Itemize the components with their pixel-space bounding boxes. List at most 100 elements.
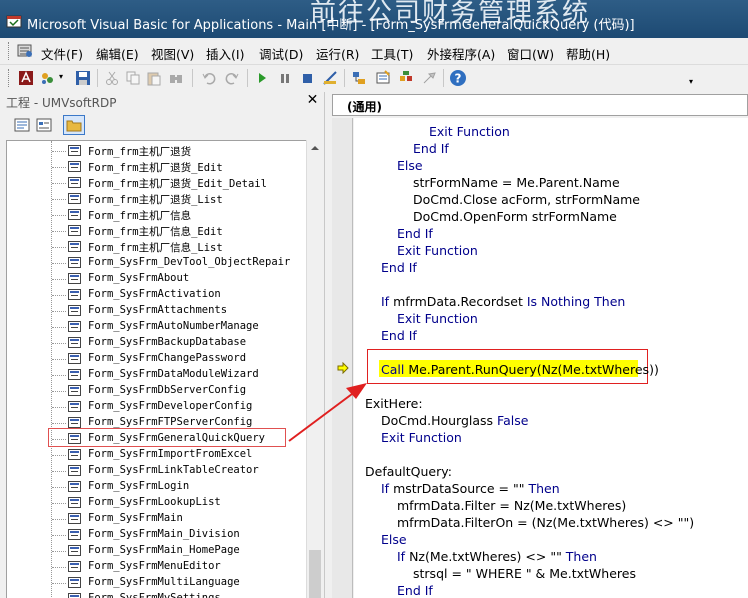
menu-run[interactable]: 运行(R)	[316, 44, 359, 63]
chevron-down-icon[interactable]: ▾	[59, 72, 63, 81]
code-line[interactable]: If Nz(Me.txtWheres) <> "" Then	[397, 549, 597, 564]
code-line[interactable]: DefaultQuery:	[365, 464, 452, 479]
tree-item[interactable]: Form_SysFrmImportFromExcel	[7, 447, 306, 463]
tree-item[interactable]: Form_SysFrmMySettings	[7, 591, 306, 598]
design-mode-icon[interactable]	[321, 69, 339, 87]
close-icon[interactable]: ✕	[305, 93, 320, 108]
find-icon[interactable]	[167, 69, 185, 87]
tree-item[interactable]: Form_SysFrmMain_HomePage	[7, 543, 306, 559]
code-line[interactable]: mfrmData.FilterOn = (Nz(Me.txtWheres) <>…	[397, 515, 694, 530]
tree-item[interactable]: Form_SysFrmLinkTableCreator	[7, 463, 306, 479]
pane-splitter[interactable]	[324, 92, 330, 598]
project-scrollbar[interactable]	[306, 140, 323, 598]
cut-icon[interactable]	[103, 69, 121, 87]
undo-icon[interactable]	[200, 69, 218, 87]
access-view-icon[interactable]	[16, 43, 34, 59]
tree-item[interactable]: Form_frm主机厂退货	[7, 143, 306, 159]
tree-item[interactable]: Form_frm主机厂信息_List	[7, 239, 306, 255]
object-browser-icon[interactable]	[397, 69, 415, 87]
code-line[interactable]: If mfrmData.Recordset Is Nothing Then	[381, 294, 625, 309]
tree-item[interactable]: Form_SysFrmBackupDatabase	[7, 335, 306, 351]
tree-item[interactable]: Form_SysFrmAttachments	[7, 303, 306, 319]
break-icon[interactable]	[276, 69, 294, 87]
code-line[interactable]: Else	[381, 532, 407, 547]
toolbar-options-icon[interactable]: ▾	[689, 77, 693, 86]
menu-addins[interactable]: 外接程序(A)	[427, 44, 495, 63]
tree-item[interactable]: Form_SysFrmLookupList	[7, 495, 306, 511]
toolbox-icon[interactable]	[420, 69, 438, 87]
code-line[interactable]: DoCmd.Hourglass False	[381, 413, 528, 428]
code-line[interactable]: End If	[381, 260, 417, 275]
window-title: Microsoft Visual Basic for Applications …	[27, 18, 635, 33]
menu-help[interactable]: 帮助(H)	[566, 44, 610, 63]
reset-icon[interactable]	[298, 69, 316, 87]
run-icon[interactable]	[253, 69, 271, 87]
menu-file[interactable]: 文件(F)	[41, 44, 83, 63]
tree-item[interactable]: Form_SysFrmMain_Division	[7, 527, 306, 543]
menu-window[interactable]: 窗口(W)	[507, 44, 554, 63]
save-icon[interactable]	[74, 69, 92, 87]
tree-item[interactable]: Form_SysFrmAutoNumberManage	[7, 319, 306, 335]
code-keyword: Nothing	[541, 294, 591, 309]
code-line[interactable]: DoCmd.OpenForm strFormName	[413, 209, 617, 224]
code-line[interactable]: Exit Function	[429, 124, 510, 139]
tree-item[interactable]: Form_SysFrmMenuEditor	[7, 559, 306, 575]
code-line[interactable]: Exit Function	[381, 430, 462, 445]
menu-insert[interactable]: 插入(I)	[206, 44, 244, 63]
access-view-icon[interactable]	[17, 69, 35, 87]
menu-view[interactable]: 视图(V)	[151, 44, 194, 63]
toggle-folders-icon[interactable]	[63, 115, 85, 135]
scroll-thumb[interactable]	[309, 550, 321, 598]
code-line[interactable]: mfrmData.Filter = Nz(Me.txtWheres)	[397, 498, 626, 513]
insert-module-icon[interactable]	[38, 69, 56, 87]
code-keyword: Exit Function	[397, 311, 478, 326]
code-line[interactable]: Else	[397, 158, 423, 173]
code-keyword: If	[381, 294, 390, 309]
copy-icon[interactable]	[124, 69, 142, 87]
tree-item[interactable]: Form_SysFrmDataModuleWizard	[7, 367, 306, 383]
tree-item[interactable]: Form_SysFrm_DevTool_ObjectRepair	[7, 255, 306, 271]
code-line[interactable]: Call Me.Parent.RunQuery(Nz(Me.txtWheres)…	[381, 362, 659, 377]
object-combo[interactable]: (通用)	[332, 94, 748, 116]
code-line[interactable]: ExitHere:	[365, 396, 423, 411]
code-margin-indicator-bar[interactable]	[332, 118, 353, 598]
code-line[interactable]: DoCmd.Close acForm, strFormName	[413, 192, 640, 207]
code-line[interactable]: strFormName = Me.Parent.Name	[413, 175, 620, 190]
properties-icon[interactable]	[374, 69, 392, 87]
view-object-icon[interactable]	[35, 116, 53, 134]
tree-item[interactable]: Form_SysFrmChangePassword	[7, 351, 306, 367]
help-icon[interactable]: ?	[449, 69, 467, 87]
toolbar-grip[interactable]	[8, 69, 11, 87]
tree-item[interactable]: Form_SysFrmAbout	[7, 271, 306, 287]
redo-icon[interactable]	[223, 69, 241, 87]
code-line[interactable]: Exit Function	[397, 243, 478, 258]
menu-edit[interactable]: 编辑(E)	[96, 44, 139, 63]
tree-item[interactable]: Form_frm主机厂退货_Edit_Detail	[7, 175, 306, 191]
tree-item[interactable]: Form_SysFrmLogin	[7, 479, 306, 495]
tree-item[interactable]: Form_SysFrmMain	[7, 511, 306, 527]
code-line[interactable]: strsql = " WHERE " & Me.txtWheres	[413, 566, 636, 581]
code-line[interactable]: End If	[413, 141, 449, 156]
tree-item[interactable]: Form_SysFrmDbServerConfig	[7, 383, 306, 399]
project-explorer-icon[interactable]	[350, 69, 368, 87]
paste-icon[interactable]	[145, 69, 163, 87]
tree-item[interactable]: Form_frm主机厂退货_Edit	[7, 159, 306, 175]
tree-item[interactable]: Form_frm主机厂信息	[7, 207, 306, 223]
tree-connector	[52, 359, 66, 360]
tree-item[interactable]: Form_SysFrmDeveloperConfig	[7, 399, 306, 415]
code-line[interactable]: Exit Function	[397, 311, 478, 326]
code-line[interactable]: If mstrDataSource = "" Then	[381, 481, 560, 496]
scroll-up-icon[interactable]	[311, 146, 319, 150]
code-line[interactable]: End If	[397, 226, 433, 241]
tree-item[interactable]: Form_frm主机厂退货_List	[7, 191, 306, 207]
tree-item[interactable]: Form_SysFrmMultiLanguage	[7, 575, 306, 591]
code-line[interactable]: End If	[381, 328, 417, 343]
tree-item[interactable]: Form_SysFrmActivation	[7, 287, 306, 303]
menu-tools[interactable]: 工具(T)	[371, 44, 413, 63]
tree-item[interactable]: Form_frm主机厂信息_Edit	[7, 223, 306, 239]
menubar-grip[interactable]	[8, 42, 11, 60]
code-line[interactable]: End If	[397, 583, 433, 598]
menu-debug[interactable]: 调试(D)	[259, 44, 303, 63]
view-code-icon[interactable]	[13, 116, 31, 134]
project-tree[interactable]: Form_frm主机厂退货 Form_frm主机厂退货_Edit Form_frm主…	[6, 140, 306, 598]
